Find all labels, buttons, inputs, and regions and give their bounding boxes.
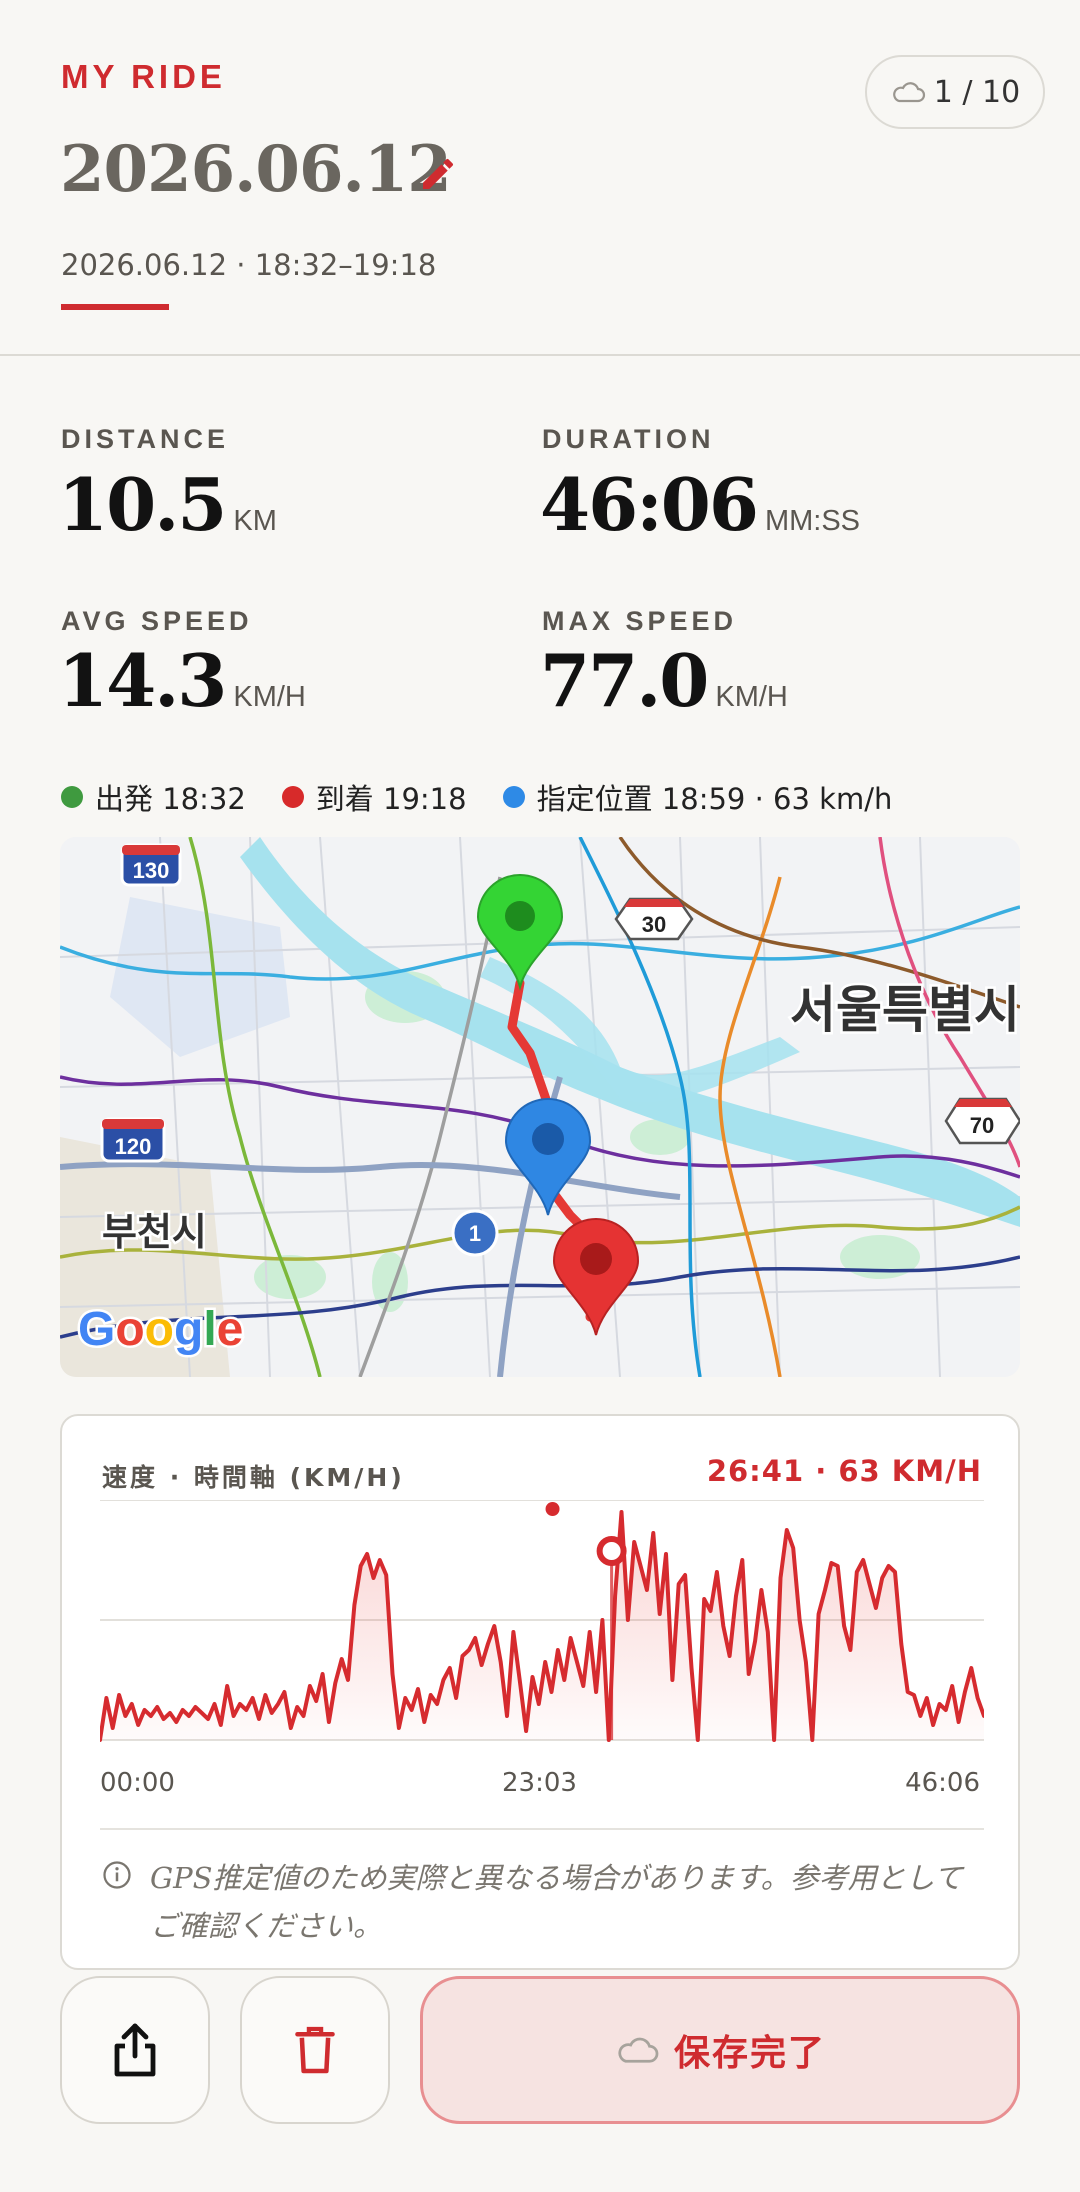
avg-speed-value: 14.3 KM/H [58,638,306,723]
upload-count-pill[interactable]: 1 / 10 [865,55,1045,129]
route-shield-1: 1 [451,1209,499,1257]
max-speed-unit: KM/H [715,681,788,713]
duration-label: DURATION [542,424,715,454]
map-label-seoul: 서울특별시 [790,981,1020,1039]
legend-end-dot [281,786,304,808]
ride-title: 2026.06.12 [60,132,452,207]
save-button[interactable]: 保存完了 [420,1976,1020,2124]
speed-chart[interactable] [100,1500,984,1764]
chart-divider [100,1828,984,1830]
svg-text:130: 130 [133,858,170,883]
ride-datetime: 2026.06.12 · 18:32–19:18 [61,248,437,282]
cloud-icon [618,2037,659,2063]
svg-text:70: 70 [970,1113,994,1138]
share-button[interactable] [60,1976,210,2124]
eyebrow-label: MY RIDE [61,58,226,95]
max-speed-label: MAX SPEED [542,606,738,636]
delete-button[interactable] [240,1976,390,2124]
max-speed-value: 77.0 KM/H [540,638,788,723]
title-underline [61,304,169,310]
svg-text:30: 30 [642,912,666,937]
map-label-bucheon: 부천시 [102,1210,207,1254]
ride-header: MY RIDE 2026.06.12 2026.06.12 · 18:32–19… [0,0,1080,356]
map-legend: 出発 18:32 到着 19:18 指定位置 18:59 · 63 km/h [61,776,928,818]
tick-mid: 23:03 [502,1768,577,1798]
route-map[interactable]: 130 120 30 70 1 서울특별시 부천시 Google [60,837,1020,1377]
legend-start-dot [61,786,83,808]
duration-value: 46:06 MM:SS [540,462,861,547]
distance-unit: KM [233,505,277,537]
distance-value: 10.5 KM [58,462,277,547]
highway-shield-130: 130 [120,843,182,887]
duration-unit: MM:SS [764,505,861,537]
marker-ring [596,1536,627,1566]
gps-note: GPS推定値のため実際と異なる場合があります。参考用としてご確認ください。 [150,1861,963,1943]
google-attribution: Google [78,1303,243,1356]
route-shield-70: 70 [944,1097,1020,1145]
legend-marker-dot [502,786,525,808]
svg-text:1: 1 [469,1221,481,1246]
peak-dot [545,1502,560,1516]
speed-chart-card: 速度 · 時間軸 (KM/H) 26:41 · 63 KM/H 00:00 23… [60,1414,1020,1970]
cloud-icon [892,82,925,103]
highway-shield-120: 120 [100,1117,166,1163]
tick-start: 00:00 [100,1768,175,1798]
upload-count-label: 1 / 10 [933,74,1021,110]
chart-readout: 26:41 · 63 KM/H [706,1454,982,1488]
trash-icon [295,2026,335,2074]
tick-end: 46:06 [905,1768,980,1798]
chart-title: 速度 · 時間軸 (KM/H) [102,1463,405,1492]
map-canvas[interactable]: 130 120 30 70 1 서울특별시 부천시 Google [60,837,1020,1377]
route-shield-30: 30 [614,897,694,941]
distance-label: DISTANCE [61,424,230,454]
save-button-label: 保存完了 [673,2033,826,2074]
avg-speed-label: AVG SPEED [61,606,253,636]
pencil-icon[interactable] [418,154,458,194]
legend-start: 出発 18:32 [61,776,246,818]
share-icon [114,2023,156,2077]
avg-speed-unit: KM/H [233,681,306,713]
svg-text:120: 120 [115,1134,152,1159]
legend-end: 到着 19:18 [281,776,467,818]
legend-marker: 指定位置 18:59 · 63 km/h [502,776,892,818]
info-icon [103,1861,131,1889]
